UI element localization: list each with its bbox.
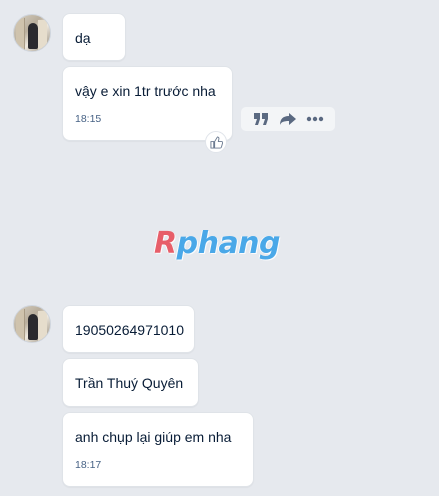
message-time: 18:17	[75, 459, 102, 471]
thumbs-up-icon[interactable]	[205, 131, 227, 153]
message-bubble[interactable]: anh chụp lại giúp em nha 18:17	[62, 412, 254, 487]
avatar-photo-detail	[38, 311, 47, 341]
avatar-photo-detail	[38, 20, 47, 50]
chat-conversation: dạ vậy e xin 1tr trước nha 18:15 Rphang …	[0, 0, 439, 496]
more-icon[interactable]	[305, 110, 325, 128]
sender-avatar[interactable]	[13, 14, 51, 52]
message-text: 19050264971010	[75, 322, 185, 338]
sender-avatar[interactable]	[13, 305, 51, 343]
message-bubble[interactable]: Trần Thuý Quyên	[62, 358, 199, 407]
avatar-photo-detail	[16, 18, 25, 50]
message-actions-bar	[241, 107, 335, 131]
watermark-rest: phang	[176, 226, 281, 261]
message-text: dạ	[75, 30, 91, 46]
watermark-logo: Rphang	[154, 226, 281, 261]
message-text: Trần Thuý Quyên	[75, 375, 184, 391]
message-text: vậy e xin 1tr trước nha	[75, 83, 216, 99]
quote-icon[interactable]	[251, 110, 271, 128]
message-bubble[interactable]: dạ	[62, 13, 126, 61]
avatar-photo-figure	[28, 314, 38, 340]
watermark-first-letter: R	[154, 226, 177, 261]
avatar-photo-detail	[16, 309, 25, 341]
message-time: 18:15	[75, 113, 102, 125]
forward-icon[interactable]	[278, 110, 298, 128]
avatar-photo-figure	[28, 23, 38, 49]
message-text: anh chụp lại giúp em nha	[75, 429, 232, 445]
message-bubble[interactable]: 19050264971010	[62, 305, 195, 353]
message-bubble[interactable]: vậy e xin 1tr trước nha 18:15	[62, 66, 233, 141]
